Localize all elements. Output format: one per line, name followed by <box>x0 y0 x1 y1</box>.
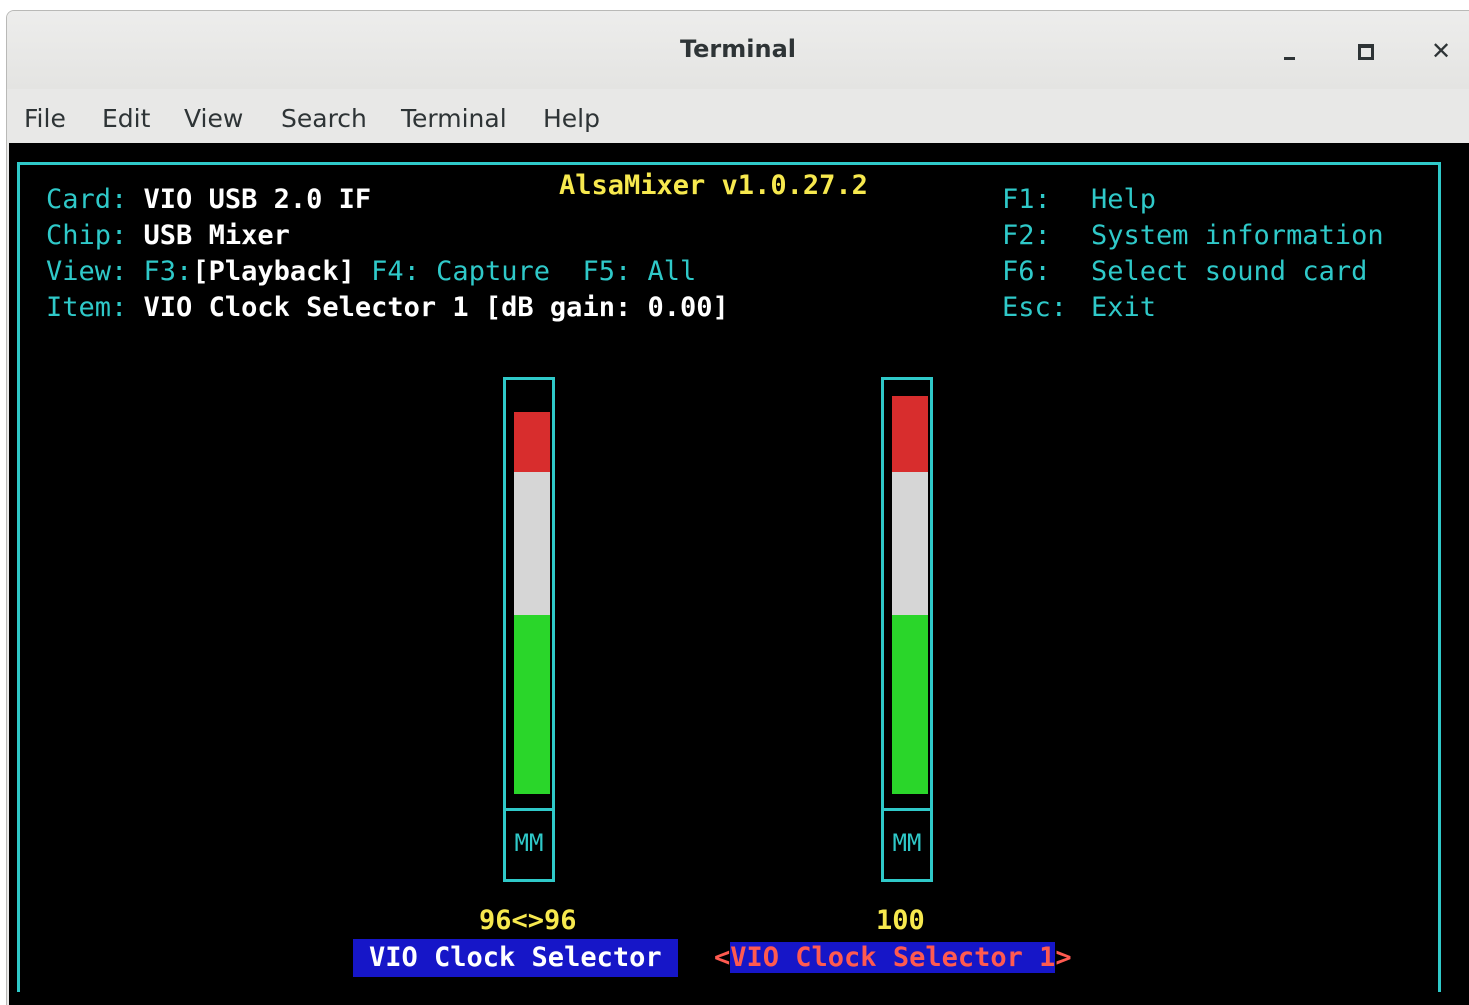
chip-line: Chip: USB Mixer <box>46 218 290 254</box>
view-playback: [Playback] <box>192 256 355 287</box>
control-name-vio-clock-selector[interactable]: VIO Clock Selector <box>353 939 678 977</box>
close-button[interactable]: ✕ <box>1423 33 1459 69</box>
chip-value: USB Mixer <box>143 220 290 251</box>
key-f1: F1: <box>1002 184 1051 215</box>
terminal-screen[interactable]: AlsaMixer v1.0.27.2 Card: VIO USB 2.0 IF… <box>9 143 1469 1005</box>
menu-search[interactable]: Search <box>281 99 367 139</box>
menu-file[interactable]: File <box>24 99 66 139</box>
maximize-button[interactable] <box>1347 33 1383 69</box>
mute-indicator[interactable]: MM <box>884 829 930 857</box>
terminal-window: Terminal ✕ File Edit View Search Termina… <box>6 10 1469 1005</box>
item-value: VIO Clock Selector 1 [dB gain: 0.00] <box>143 292 729 323</box>
control-value: 96<>96 <box>479 905 577 936</box>
control-name-vio-clock-selector-1[interactable]: <VIO Clock Selector 1> <box>714 939 1072 977</box>
minimize-icon <box>1284 57 1295 60</box>
meter-low-segment <box>514 614 550 794</box>
key-f6: F6: <box>1002 256 1051 287</box>
meter-mid-segment <box>892 471 928 615</box>
menu-bar: File Edit View Search Terminal Help <box>7 99 1469 143</box>
key-esc-action: Exit <box>1091 292 1157 323</box>
meter-mid-segment <box>514 471 550 615</box>
card-label: Card: <box>46 184 128 215</box>
close-icon: ✕ <box>1430 37 1452 65</box>
focus-close-marker: > <box>1055 942 1072 973</box>
control-value: 100 <box>876 905 925 936</box>
slider-track <box>892 396 928 794</box>
key-f6-action: Select sound card <box>1091 256 1368 287</box>
alsamixer-title: AlsaMixer v1.0.27.2 <box>545 166 882 206</box>
minimize-button[interactable] <box>1273 33 1309 69</box>
volume-slider-vio-clock-selector[interactable]: MM <box>503 377 555 882</box>
view-label: View: <box>46 256 128 287</box>
menu-view[interactable]: View <box>184 99 243 139</box>
item-label: Item: <box>46 292 128 323</box>
maximize-icon <box>1358 44 1374 60</box>
chip-label: Chip: <box>46 220 128 251</box>
slider-divider <box>884 808 930 811</box>
meter-low-segment <box>892 614 928 794</box>
card-line: Card: VIO USB 2.0 IF <box>46 182 371 218</box>
view-f3: F3: <box>143 256 193 287</box>
menu-edit[interactable]: Edit <box>102 99 150 139</box>
key-f1-action: Help <box>1091 184 1157 215</box>
key-esc: Esc: <box>1002 292 1068 323</box>
window-title: Terminal <box>679 35 797 63</box>
focus-open-marker: < <box>714 942 731 973</box>
key-f2: F2: <box>1002 220 1051 251</box>
meter-high-segment <box>514 411 550 472</box>
view-f4: F4: Capture <box>371 256 550 287</box>
meter-high-segment <box>892 396 928 472</box>
key-f2-action: System information <box>1091 220 1384 251</box>
title-bar[interactable]: Terminal ✕ <box>7 11 1469 89</box>
slider-track <box>514 396 550 794</box>
volume-slider-vio-clock-selector-1[interactable]: MM <box>881 377 933 882</box>
menu-terminal[interactable]: Terminal <box>401 99 507 139</box>
view-f5: F5: All <box>582 256 697 287</box>
view-line: View: F3:[Playback] F4: Capture F5: All <box>46 254 696 290</box>
item-line: Item: VIO Clock Selector 1 [dB gain: 0.0… <box>46 290 729 326</box>
focused-control-label: VIO Clock Selector 1 <box>730 942 1056 973</box>
card-value: VIO USB 2.0 IF <box>143 184 372 215</box>
menu-help[interactable]: Help <box>543 99 600 139</box>
slider-divider <box>506 808 552 811</box>
mute-indicator[interactable]: MM <box>506 829 552 857</box>
